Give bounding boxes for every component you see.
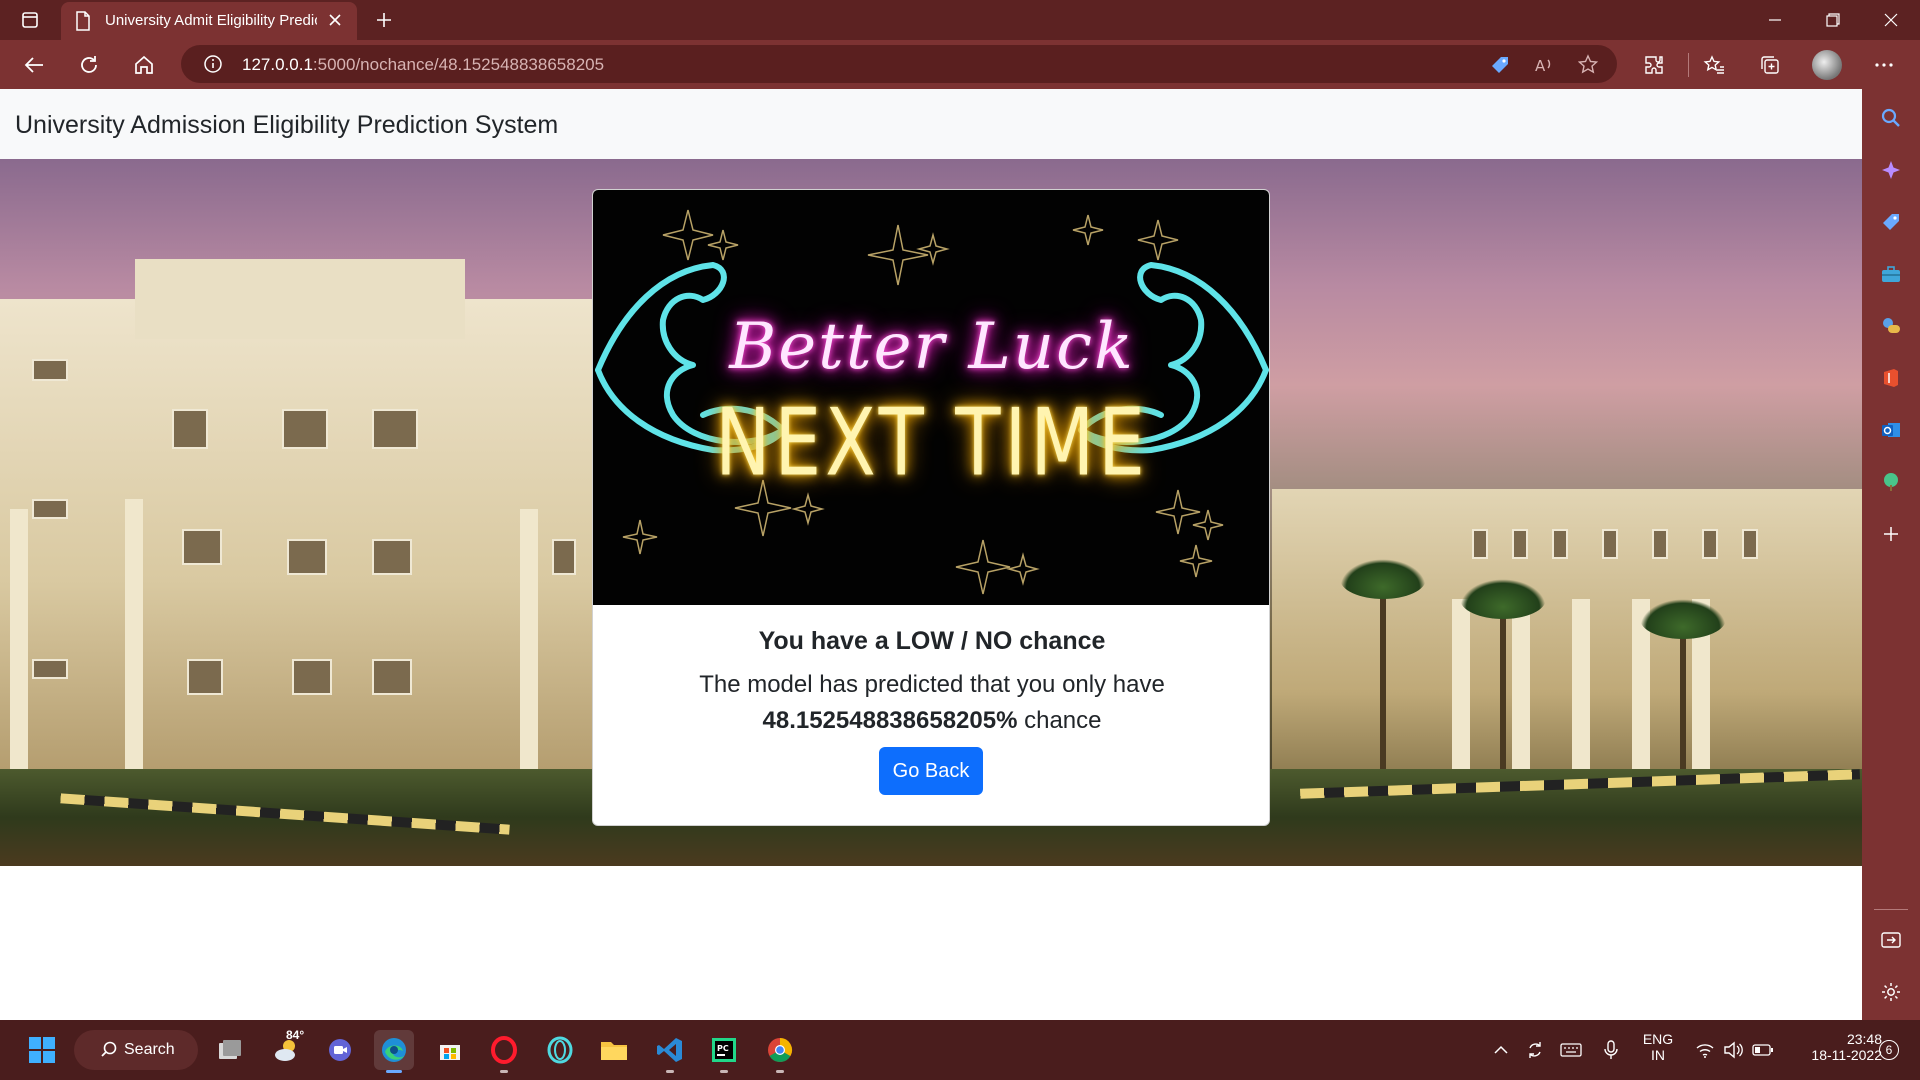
file-explorer-icon[interactable] [594,1030,634,1070]
result-title: You have a LOW / NO chance [758,627,1106,655]
collections-icon[interactable] [1750,45,1790,85]
opera-icon[interactable] [484,1030,524,1073]
weather-temp: 84° [286,1028,305,1042]
pycharm-icon[interactable]: PC [704,1030,744,1073]
profile-avatar[interactable] [1812,50,1842,80]
close-window-button[interactable] [1862,0,1920,40]
battery-icon[interactable] [1748,1030,1778,1070]
coupon-tag-icon[interactable] [1489,54,1511,76]
extensions-icon[interactable] [1634,45,1674,85]
back-button[interactable] [14,45,54,85]
sidebar-divider [1874,909,1908,910]
search-icon [100,1040,118,1063]
minimize-button[interactable] [1746,0,1804,40]
browser-tab-bar: University Admit Eligibility Predic [0,0,1920,40]
add-sidebar-icon[interactable] [1876,519,1906,549]
taskbar-search[interactable]: Search [74,1030,198,1070]
url-text: 127.0.0.1:5000/nochance/48.1525488386582… [242,55,604,75]
wifi-icon[interactable] [1690,1030,1720,1070]
shopping-tag-icon[interactable] [1876,207,1906,237]
volume-icon[interactable] [1718,1030,1748,1070]
search-icon[interactable] [1876,103,1906,133]
opera-gx-icon[interactable] [540,1030,580,1070]
task-view-icon[interactable] [210,1030,250,1070]
notification-badge[interactable]: 6 [1876,1030,1902,1070]
tab-title: University Admit Eligibility Predic [105,12,317,29]
left-building [0,259,600,769]
weather-widget[interactable]: 84° [266,1028,310,1070]
better-luck-image: Better Luck NEXT TIME [593,190,1269,605]
microphone-icon[interactable] [1596,1030,1626,1070]
card-body: You have a LOW / NO chance The model has… [593,605,1269,825]
windows-taskbar: Search 84° PC ENG IN 23:48 18-11-2022 6 [0,1020,1920,1080]
read-aloud-icon[interactable]: A [1533,54,1555,76]
clock-time: 23:48 [1846,1031,1882,1047]
microsoft-store-icon[interactable] [430,1030,470,1070]
notification-count: 6 [1879,1040,1899,1060]
edge-browser-icon[interactable] [374,1030,414,1073]
restore-button[interactable] [1804,0,1862,40]
outlook-icon[interactable] [1876,415,1906,445]
right-building [1272,489,1862,779]
address-bar[interactable]: 127.0.0.1:5000/nochance/48.1525488386582… [181,45,1617,83]
desktop-screen: University Admit Eligibility Predic 127.… [0,0,1920,1080]
chrome-icon[interactable] [760,1030,800,1073]
language-code: ENG [1642,1031,1674,1047]
browser-toolbar: 127.0.0.1:5000/nochance/48.1525488386582… [0,40,1920,89]
home-button[interactable] [124,45,164,85]
language-indicator[interactable]: ENG IN [1640,1031,1676,1063]
toolbar-separator [1688,53,1689,77]
vscode-icon[interactable] [650,1030,690,1073]
keyboard-icon[interactable] [1556,1030,1586,1070]
svg-text:A: A [1535,57,1546,75]
hide-sidebar-icon[interactable] [1876,925,1906,955]
clock-date: 18-11-2022 [1811,1047,1882,1063]
svg-text:PC: PC [717,1044,729,1053]
more-menu-icon[interactable] [1864,45,1904,85]
sparkle-icon[interactable] [1876,155,1906,185]
better-luck-text: Better Luck [729,310,1135,384]
result-card: Better Luck NEXT TIME You have a LOW / N… [592,189,1270,826]
browser-sidebar [1862,89,1920,1020]
chance-suffix: chance [1017,707,1102,734]
reload-button[interactable] [69,45,109,85]
sync-icon[interactable] [1520,1030,1550,1070]
close-tab-icon[interactable] [326,11,344,34]
chance-value: 48.152548838658205% [762,707,1018,734]
new-tab-button[interactable] [368,4,400,36]
next-time-text: NEXT TIME [715,389,1149,497]
teams-chat-icon[interactable] [320,1030,360,1070]
settings-gear-icon[interactable] [1876,977,1906,1007]
browser-tab-active[interactable]: University Admit Eligibility Predic [61,2,357,40]
prediction-text: The model has predicted that you only ha… [699,671,1165,698]
go-back-button[interactable]: Go Back [879,747,983,795]
favorites-icon[interactable] [1694,45,1734,85]
tab-actions-icon[interactable] [14,4,46,36]
url-path: :5000/nochance/48.152548838658205 [312,55,605,74]
games-icon[interactable] [1876,311,1906,341]
start-windows-icon[interactable] [22,1030,62,1070]
navbar-brand[interactable]: University Admission Eligibility Predict… [15,111,558,140]
add-favorite-icon[interactable] [1578,54,1600,76]
chance-line: 48.152548838658205% chance [593,707,1269,735]
show-hidden-icons-chevron[interactable] [1486,1030,1516,1070]
region-code: IN [1651,1047,1665,1063]
tree-icon[interactable] [1876,467,1906,497]
tools-briefcase-icon[interactable] [1876,259,1906,289]
clock[interactable]: 23:48 18-11-2022 [1788,1031,1882,1063]
site-info-icon[interactable] [203,54,223,79]
office-icon[interactable] [1876,363,1906,393]
page-icon [75,11,91,36]
page-viewport: University Admission Eligibility Predict… [0,89,1862,1020]
url-host: 127.0.0.1 [242,55,313,74]
site-navbar: University Admission Eligibility Predict… [0,89,1862,159]
search-label: Search [124,1041,175,1058]
